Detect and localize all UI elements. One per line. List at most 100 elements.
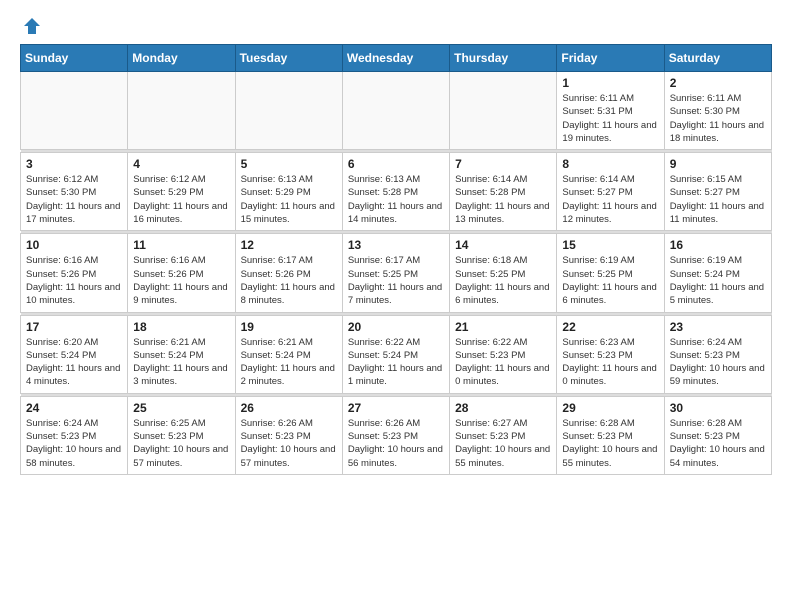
calendar-day: 25 Sunrise: 6:25 AM Sunset: 5:23 PM Dayli… bbox=[128, 396, 235, 474]
calendar-day: 8 Sunrise: 6:14 AM Sunset: 5:27 PM Daylig… bbox=[557, 153, 664, 231]
calendar-day: 15 Sunrise: 6:19 AM Sunset: 5:25 PM Dayli… bbox=[557, 234, 664, 312]
calendar-header-wednesday: Wednesday bbox=[342, 45, 449, 72]
calendar-day bbox=[450, 72, 557, 150]
day-number: 7 bbox=[455, 157, 551, 171]
calendar-header-saturday: Saturday bbox=[664, 45, 771, 72]
calendar-header-row: SundayMondayTuesdayWednesdayThursdayFrid… bbox=[21, 45, 772, 72]
calendar-day: 26 Sunrise: 6:26 AM Sunset: 5:23 PM Dayli… bbox=[235, 396, 342, 474]
day-info: Sunrise: 6:20 AM Sunset: 5:24 PM Dayligh… bbox=[26, 336, 122, 389]
calendar-day: 6 Sunrise: 6:13 AM Sunset: 5:28 PM Daylig… bbox=[342, 153, 449, 231]
day-info: Sunrise: 6:17 AM Sunset: 5:26 PM Dayligh… bbox=[241, 254, 337, 307]
day-info: Sunrise: 6:21 AM Sunset: 5:24 PM Dayligh… bbox=[133, 336, 229, 389]
calendar-day: 4Sunrise: 6:12 AM Sunset: 5:29 PM Daylig… bbox=[128, 153, 235, 231]
day-info: Sunrise: 6:11 AM Sunset: 5:30 PM Dayligh… bbox=[670, 92, 766, 145]
day-info: Sunrise: 6:15 AM Sunset: 5:27 PM Dayligh… bbox=[670, 173, 766, 226]
calendar-week-row: 10 Sunrise: 6:16 AM Sunset: 5:26 PM Dayli… bbox=[21, 234, 772, 312]
calendar-day: 21 Sunrise: 6:22 AM Sunset: 5:23 PM Dayli… bbox=[450, 315, 557, 393]
day-number: 19 bbox=[241, 320, 337, 334]
day-number: 15 bbox=[562, 238, 658, 252]
day-info: Sunrise: 6:22 AM Sunset: 5:24 PM Dayligh… bbox=[348, 336, 444, 389]
logo bbox=[20, 16, 42, 36]
day-info: Sunrise: 6:25 AM Sunset: 5:23 PM Dayligh… bbox=[133, 417, 229, 470]
calendar-day: 30 Sunrise: 6:28 AM Sunset: 5:23 PM Dayli… bbox=[664, 396, 771, 474]
day-info: Sunrise: 6:18 AM Sunset: 5:25 PM Dayligh… bbox=[455, 254, 551, 307]
day-number: 28 bbox=[455, 401, 551, 415]
calendar-header-friday: Friday bbox=[557, 45, 664, 72]
day-number: 2 bbox=[670, 76, 766, 90]
day-info: Sunrise: 6:23 AM Sunset: 5:23 PM Dayligh… bbox=[562, 336, 658, 389]
calendar-day bbox=[342, 72, 449, 150]
day-info: Sunrise: 6:24 AM Sunset: 5:23 PM Dayligh… bbox=[670, 336, 766, 389]
day-number: 26 bbox=[241, 401, 337, 415]
day-info: Sunrise: 6:13 AM Sunset: 5:28 PM Dayligh… bbox=[348, 173, 444, 226]
day-info: Sunrise: 6:24 AM Sunset: 5:23 PM Dayligh… bbox=[26, 417, 122, 470]
calendar-day: 16 Sunrise: 6:19 AM Sunset: 5:24 PM Dayli… bbox=[664, 234, 771, 312]
day-info: Sunrise: 6:19 AM Sunset: 5:25 PM Dayligh… bbox=[562, 254, 658, 307]
day-number: 1 bbox=[562, 76, 658, 90]
day-number: 21 bbox=[455, 320, 551, 334]
day-info: Sunrise: 6:12 AM Sunset: 5:29 PM Dayligh… bbox=[133, 173, 229, 226]
day-info: Sunrise: 6:21 AM Sunset: 5:24 PM Dayligh… bbox=[241, 336, 337, 389]
day-info: Sunrise: 6:26 AM Sunset: 5:23 PM Dayligh… bbox=[348, 417, 444, 470]
day-number: 22 bbox=[562, 320, 658, 334]
day-info: Sunrise: 6:17 AM Sunset: 5:25 PM Dayligh… bbox=[348, 254, 444, 307]
day-number: 25 bbox=[133, 401, 229, 415]
day-number: 17 bbox=[26, 320, 122, 334]
calendar-day: 1 Sunrise: 6:11 AM Sunset: 5:31 PM Daylig… bbox=[557, 72, 664, 150]
calendar-day: 22 Sunrise: 6:23 AM Sunset: 5:23 PM Dayli… bbox=[557, 315, 664, 393]
calendar-day: 3 Sunrise: 6:12 AM Sunset: 5:30 PM Daylig… bbox=[21, 153, 128, 231]
calendar-day: 10 Sunrise: 6:16 AM Sunset: 5:26 PM Dayli… bbox=[21, 234, 128, 312]
calendar-week-row: 17 Sunrise: 6:20 AM Sunset: 5:24 PM Dayli… bbox=[21, 315, 772, 393]
calendar-week-row: 24 Sunrise: 6:24 AM Sunset: 5:23 PM Dayli… bbox=[21, 396, 772, 474]
page-header bbox=[20, 16, 772, 36]
day-info: Sunrise: 6:12 AM Sunset: 5:30 PM Dayligh… bbox=[26, 173, 122, 226]
day-number: 8 bbox=[562, 157, 658, 171]
day-number: 10 bbox=[26, 238, 122, 252]
day-info: Sunrise: 6:28 AM Sunset: 5:23 PM Dayligh… bbox=[670, 417, 766, 470]
day-info: Sunrise: 6:16 AM Sunset: 5:26 PM Dayligh… bbox=[133, 254, 229, 307]
day-info: Sunrise: 6:13 AM Sunset: 5:29 PM Dayligh… bbox=[241, 173, 337, 226]
day-info: Sunrise: 6:27 AM Sunset: 5:23 PM Dayligh… bbox=[455, 417, 551, 470]
calendar-day: 17 Sunrise: 6:20 AM Sunset: 5:24 PM Dayli… bbox=[21, 315, 128, 393]
day-info: Sunrise: 6:14 AM Sunset: 5:28 PM Dayligh… bbox=[455, 173, 551, 226]
day-number: 3 bbox=[26, 157, 122, 171]
calendar-day: 13 Sunrise: 6:17 AM Sunset: 5:25 PM Dayli… bbox=[342, 234, 449, 312]
day-info: Sunrise: 6:14 AM Sunset: 5:27 PM Dayligh… bbox=[562, 173, 658, 226]
calendar-day: 9 Sunrise: 6:15 AM Sunset: 5:27 PM Daylig… bbox=[664, 153, 771, 231]
calendar-day: 12 Sunrise: 6:17 AM Sunset: 5:26 PM Dayli… bbox=[235, 234, 342, 312]
logo-icon bbox=[22, 16, 42, 36]
calendar-day: 27Sunrise: 6:26 AM Sunset: 5:23 PM Dayli… bbox=[342, 396, 449, 474]
calendar-day: 19 Sunrise: 6:21 AM Sunset: 5:24 PM Dayli… bbox=[235, 315, 342, 393]
day-number: 5 bbox=[241, 157, 337, 171]
day-number: 24 bbox=[26, 401, 122, 415]
day-number: 29 bbox=[562, 401, 658, 415]
calendar-day: 23Sunrise: 6:24 AM Sunset: 5:23 PM Dayli… bbox=[664, 315, 771, 393]
calendar-day: 14Sunrise: 6:18 AM Sunset: 5:25 PM Dayli… bbox=[450, 234, 557, 312]
calendar-week-row: 1 Sunrise: 6:11 AM Sunset: 5:31 PM Daylig… bbox=[21, 72, 772, 150]
day-info: Sunrise: 6:26 AM Sunset: 5:23 PM Dayligh… bbox=[241, 417, 337, 470]
calendar-day: 5 Sunrise: 6:13 AM Sunset: 5:29 PM Daylig… bbox=[235, 153, 342, 231]
day-number: 6 bbox=[348, 157, 444, 171]
day-info: Sunrise: 6:22 AM Sunset: 5:23 PM Dayligh… bbox=[455, 336, 551, 389]
day-number: 9 bbox=[670, 157, 766, 171]
day-info: Sunrise: 6:19 AM Sunset: 5:24 PM Dayligh… bbox=[670, 254, 766, 307]
day-number: 12 bbox=[241, 238, 337, 252]
calendar-day bbox=[128, 72, 235, 150]
calendar-day bbox=[21, 72, 128, 150]
day-info: Sunrise: 6:16 AM Sunset: 5:26 PM Dayligh… bbox=[26, 254, 122, 307]
calendar-week-row: 3 Sunrise: 6:12 AM Sunset: 5:30 PM Daylig… bbox=[21, 153, 772, 231]
calendar-day: 24 Sunrise: 6:24 AM Sunset: 5:23 PM Dayli… bbox=[21, 396, 128, 474]
day-number: 13 bbox=[348, 238, 444, 252]
calendar-day: 7 Sunrise: 6:14 AM Sunset: 5:28 PM Daylig… bbox=[450, 153, 557, 231]
calendar-day: 2 Sunrise: 6:11 AM Sunset: 5:30 PM Daylig… bbox=[664, 72, 771, 150]
day-info: Sunrise: 6:11 AM Sunset: 5:31 PM Dayligh… bbox=[562, 92, 658, 145]
calendar-day bbox=[235, 72, 342, 150]
calendar-day: 20Sunrise: 6:22 AM Sunset: 5:24 PM Dayli… bbox=[342, 315, 449, 393]
calendar-header-tuesday: Tuesday bbox=[235, 45, 342, 72]
calendar-day: 18 Sunrise: 6:21 AM Sunset: 5:24 PM Dayli… bbox=[128, 315, 235, 393]
day-number: 18 bbox=[133, 320, 229, 334]
day-info: Sunrise: 6:28 AM Sunset: 5:23 PM Dayligh… bbox=[562, 417, 658, 470]
day-number: 30 bbox=[670, 401, 766, 415]
calendar-header-sunday: Sunday bbox=[21, 45, 128, 72]
day-number: 16 bbox=[670, 238, 766, 252]
